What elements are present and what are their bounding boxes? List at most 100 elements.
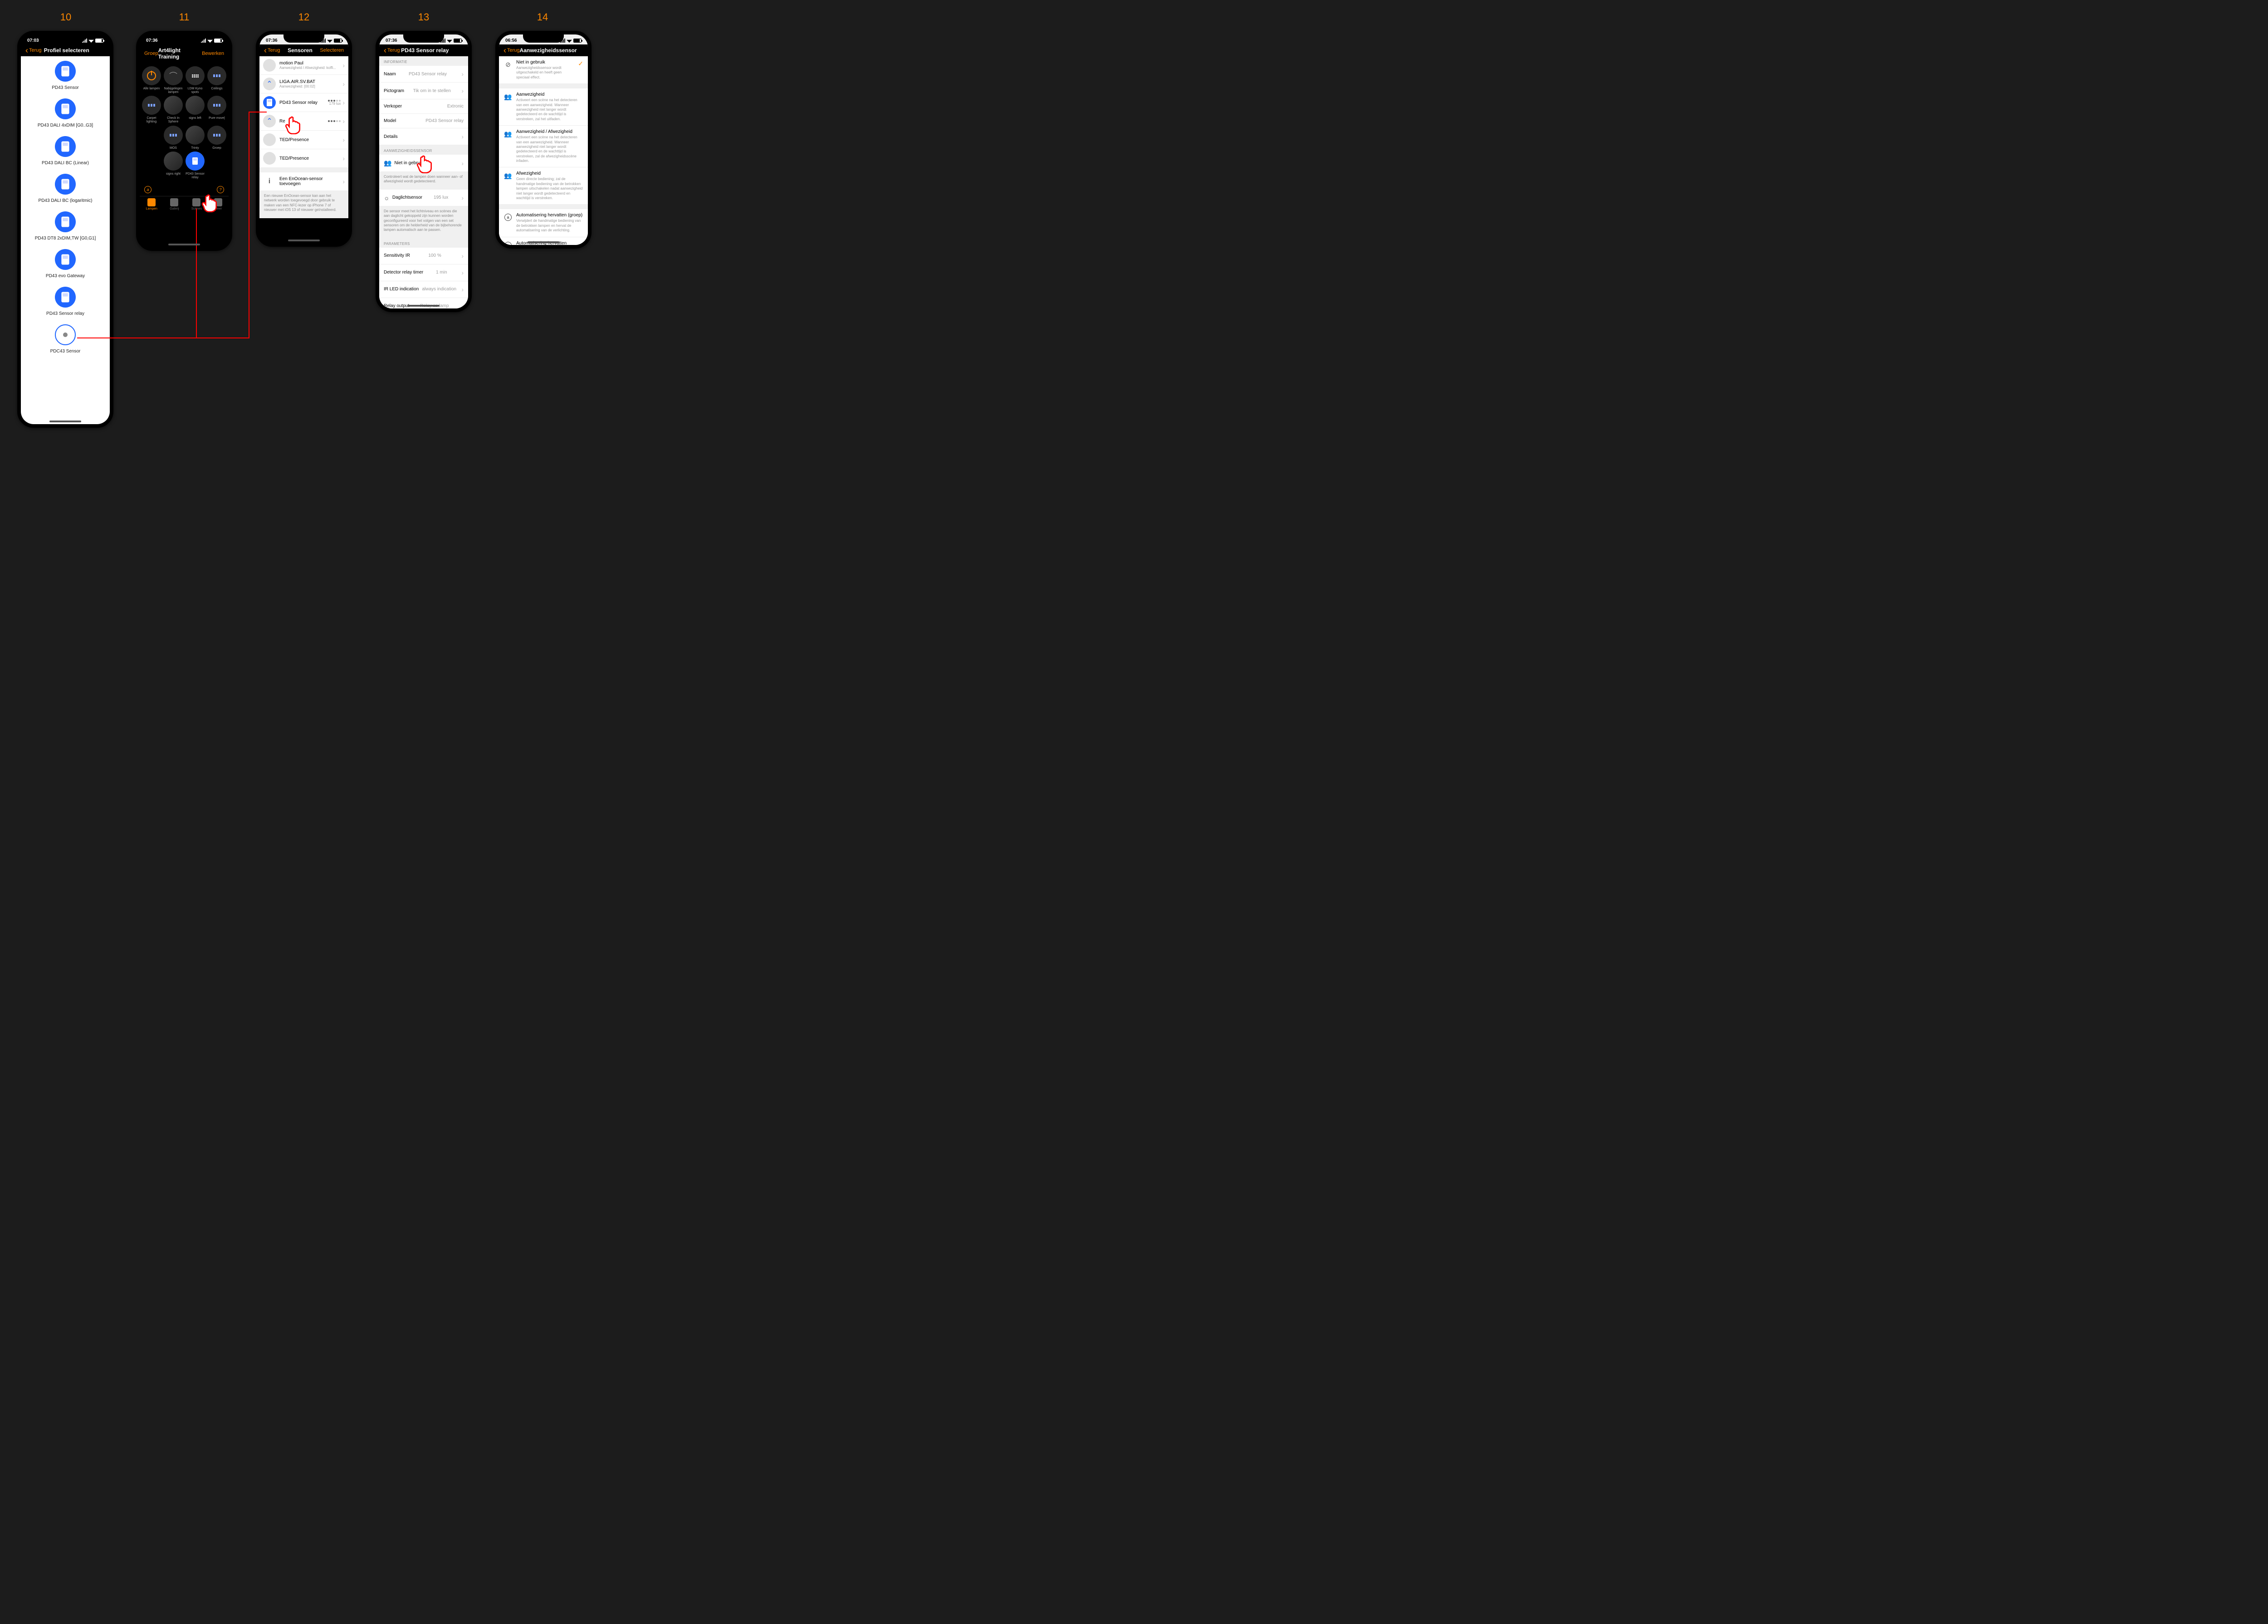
lamp-item[interactable]: Groep xyxy=(207,126,227,150)
a-badge[interactable]: a xyxy=(144,186,152,193)
info-icon: i xyxy=(263,175,276,188)
page-title: Sensoren xyxy=(288,47,313,54)
sensor-row[interactable]: TED/Presence xyxy=(259,131,348,149)
back-button[interactable]: Terug xyxy=(384,48,400,53)
signal-icon xyxy=(560,39,565,43)
profile-label: PD43 evo Gateway xyxy=(46,274,85,279)
profile-item[interactable]: PD43 Sensor relay xyxy=(21,287,110,316)
profile-item[interactable]: PDC43 Sensor xyxy=(21,324,110,354)
lamp-item[interactable]: ⌒Nabijgelegen lampen xyxy=(163,66,183,94)
back-button[interactable]: Terug xyxy=(264,48,280,53)
wifi-icon xyxy=(567,39,572,43)
option-row[interactable]: ⊘ Niet in gebruikAanwezigheidssensor wor… xyxy=(499,56,588,84)
row-led[interactable]: IR LED indicationalways indication xyxy=(379,281,468,298)
status-bar: 06:56 xyxy=(499,34,588,44)
lamp-label: MOS xyxy=(170,147,177,150)
sensor-icon xyxy=(55,211,76,232)
sensor-icon: ⌃ xyxy=(263,78,276,90)
sensor-icon xyxy=(55,98,76,119)
signal-icon xyxy=(440,39,445,43)
lamp-item[interactable]: PD43 Sensor relay xyxy=(185,152,205,179)
profile-item[interactable]: PD43 Sensor xyxy=(21,61,110,90)
lamp-label: PD43 Sensor relay xyxy=(185,172,205,179)
auto-icon: a xyxy=(504,214,512,221)
option-title: Niet in gebruik xyxy=(516,60,574,65)
sensor-row[interactable]: PD43 Sensor relay179 lux xyxy=(259,93,348,112)
option-row[interactable]: a Automatisering hervattenVerwijdert de … xyxy=(499,237,588,249)
sensor-row[interactable]: motion PaulAanwezigheid / Afwezigheid: k… xyxy=(259,56,348,75)
sensor-row[interactable]: ⌃LIGA.AIR.SV.BATAanwezigheid: [00:02] xyxy=(259,75,348,93)
back-button[interactable]: Terug xyxy=(25,48,42,53)
profile-label: PD43 DALI BC (Linear) xyxy=(42,161,89,166)
option-row[interactable]: 👥 Aanwezigheid / AfwezigheidActiveert ee… xyxy=(499,126,588,167)
profile-item[interactable]: PD43 DT8 2xDIM,TW [G0,G1] xyxy=(21,211,110,241)
lamp-item[interactable]: Carpet lighting xyxy=(142,96,161,123)
profile-item[interactable]: PD43 DALI BC (Linear) xyxy=(21,136,110,166)
hand-pointer-icon xyxy=(284,115,303,137)
battery-icon xyxy=(334,39,342,43)
profile-item[interactable]: PD43 DALI 4xDIM [G0..G3] xyxy=(21,98,110,128)
sensor-sub: Aanwezigheid / Afwezigheid: koffi... xyxy=(279,66,341,70)
tab-lampen[interactable]: Lampen xyxy=(146,198,157,210)
help-badge[interactable]: ? xyxy=(217,186,224,193)
people-icon: 👥 xyxy=(384,159,391,167)
sensor-row[interactable]: ⌃Re xyxy=(259,112,348,131)
option-desc: Verwijdert de handmatige bediening van d… xyxy=(516,219,583,233)
row-pictogram[interactable]: PictogramTik om in te stellen xyxy=(379,83,468,99)
profile-item[interactable]: PD43 evo Gateway xyxy=(21,249,110,279)
lamp-icon xyxy=(164,126,183,145)
lamp-item[interactable]: MOS xyxy=(163,126,183,150)
lamp-item[interactable]: Ceilings xyxy=(207,66,227,94)
row-relay[interactable]: Relay outputRelay as lamp xyxy=(379,298,468,312)
sensor-icon xyxy=(55,61,76,82)
people-icon: 👥 xyxy=(504,130,512,138)
sensor-row[interactable]: TED/Presence xyxy=(259,149,348,168)
edit-button[interactable]: Bewerken xyxy=(202,51,224,56)
clock: 07:36 xyxy=(266,38,278,43)
lamp-item[interactable]: signs right xyxy=(163,152,183,179)
row-sensitivity[interactable]: Sensitivity IR100 % xyxy=(379,248,468,264)
battery-icon xyxy=(454,39,462,43)
lamp-label: LDM Kyno spots xyxy=(185,87,205,94)
option-row[interactable]: a Automatisering hervatten (groep)Verwij… xyxy=(499,209,588,237)
lamp-item[interactable]: Alle lampen xyxy=(142,66,161,94)
back-button[interactable]: Terug xyxy=(503,48,520,53)
lamp-item[interactable]: Check In Sphere xyxy=(163,96,183,123)
option-desc: Verwijdert de handmatige bediening van d… xyxy=(516,247,583,249)
tab-galerij[interactable]: Galerij xyxy=(170,198,179,210)
status-bar: 07:36 xyxy=(140,34,229,44)
row-details[interactable]: Details xyxy=(379,128,468,145)
wifi-icon xyxy=(207,39,213,43)
option-title: Aanwezigheid xyxy=(516,92,583,97)
sun-icon xyxy=(384,194,390,201)
lamp-item[interactable]: Trinty xyxy=(185,126,205,150)
step-label-13: 13 xyxy=(410,11,437,23)
page-title: PD43 Sensor relay xyxy=(401,47,449,54)
sensor-icon xyxy=(55,324,76,345)
page-title: Profiel selecteren xyxy=(44,47,89,54)
add-enocean-row[interactable]: i Een EnOcean-sensor toevoegen xyxy=(259,172,348,191)
step-label-12: 12 xyxy=(290,11,318,23)
lamp-icon xyxy=(207,126,226,145)
group-button[interactable]: Groep xyxy=(144,51,158,56)
select-button[interactable]: Selecteren xyxy=(320,48,344,53)
option-row[interactable]: 👥 AanwezigheidActiveert een scène na het… xyxy=(499,88,588,126)
lamp-item[interactable]: signs left xyxy=(185,96,205,123)
lamp-item[interactable]: Pure move| xyxy=(207,96,227,123)
lamp-icon xyxy=(186,96,205,115)
sensor-name: motion Paul xyxy=(279,61,341,66)
lamp-item[interactable]: LDM Kyno spots xyxy=(185,66,205,94)
profile-label: PD43 Sensor relay xyxy=(46,311,84,316)
profile-label: PD43 DT8 2xDIM,TW [G0,G1] xyxy=(35,236,96,241)
row-daylight[interactable]: Daglichtsensor195 lux xyxy=(379,190,468,206)
section-header: PARAMETERS xyxy=(379,238,468,248)
page-title: Art4light Training xyxy=(158,47,202,60)
lamp-icon xyxy=(207,66,226,85)
row-timer[interactable]: Detector relay timer1 min xyxy=(379,264,468,281)
lamp-label: Carpet lighting xyxy=(142,117,161,123)
lamp-icon xyxy=(186,152,205,171)
lamp-icon xyxy=(164,152,183,171)
row-name[interactable]: NaamPD43 Sensor relay xyxy=(379,66,468,83)
profile-item[interactable]: PD43 DALI BC (logaritmic) xyxy=(21,174,110,203)
option-row[interactable]: 👥 AfwezigheidGeen directe bediening; zal… xyxy=(499,167,588,205)
